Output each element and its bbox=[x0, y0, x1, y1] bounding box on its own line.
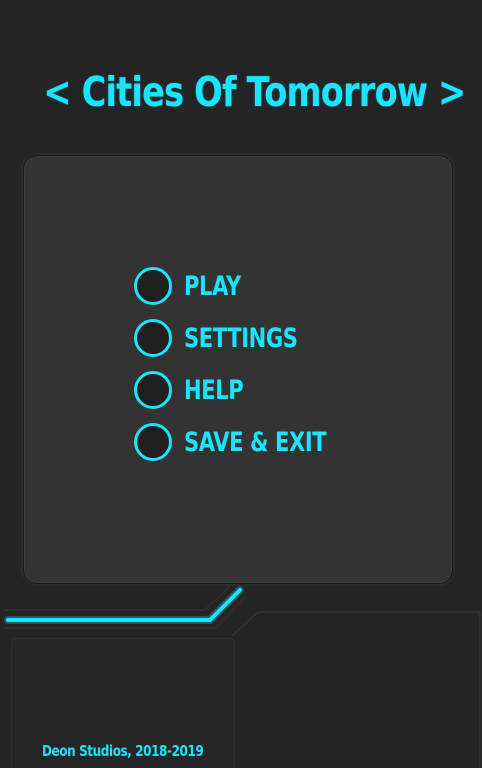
help-button[interactable]: HELP bbox=[134, 368, 260, 412]
play-label: PLAY bbox=[184, 270, 241, 302]
play-button[interactable]: PLAY bbox=[134, 264, 257, 308]
help-circle-icon bbox=[134, 371, 172, 409]
play-circle-icon bbox=[134, 267, 172, 305]
settings-button[interactable]: SETTINGS bbox=[134, 316, 330, 360]
settings-label: SETTINGS bbox=[184, 322, 298, 354]
save-exit-button[interactable]: SAVE & EXIT bbox=[134, 420, 366, 464]
help-label: HELP bbox=[184, 374, 244, 406]
studio-credit: Deon Studios, 2018-2019 bbox=[42, 742, 204, 760]
save-exit-circle-icon bbox=[134, 423, 172, 461]
settings-circle-icon bbox=[134, 319, 172, 357]
menu-panel: PLAY SETTINGS HELP SAVE & EXIT bbox=[23, 155, 453, 584]
save-exit-label: SAVE & EXIT bbox=[184, 426, 327, 458]
main-menu-screen: < Cities Of Tomorrow > PLAY SETTINGS HEL… bbox=[0, 0, 482, 768]
game-title: < Cities Of Tomorrow > bbox=[43, 68, 466, 116]
